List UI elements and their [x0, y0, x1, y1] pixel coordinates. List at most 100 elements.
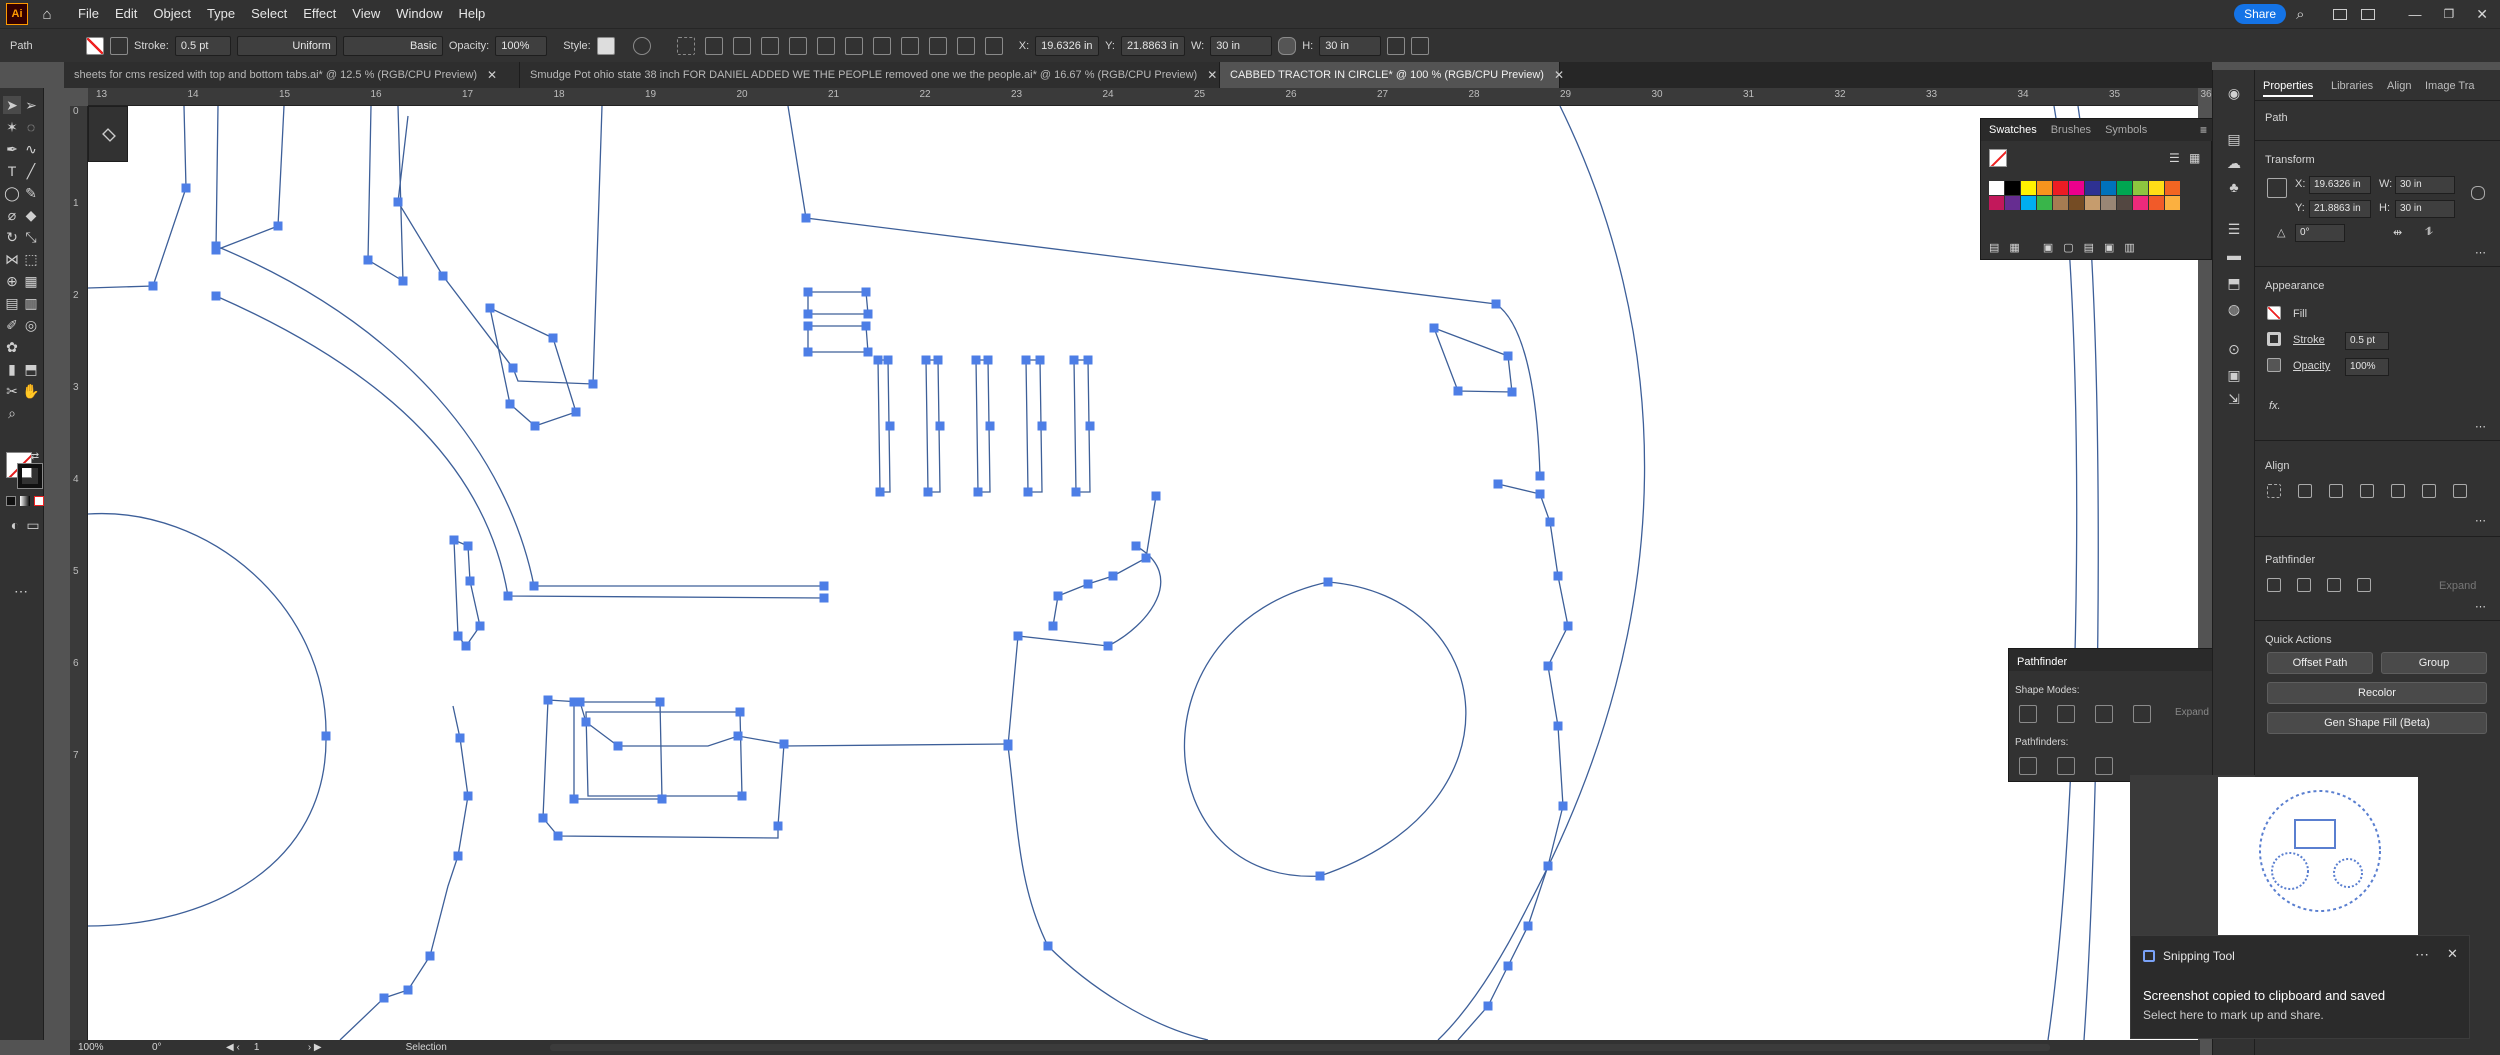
flip-vertical-icon[interactable]: ⥮ — [2425, 226, 2433, 239]
width-field[interactable]: 30 in — [2395, 176, 2455, 194]
minimize-button[interactable]: — — [2409, 7, 2422, 22]
brushes-panel-icon[interactable]: ☰ — [2225, 220, 2243, 238]
width-tool-icon[interactable]: ⋈ — [3, 250, 21, 268]
tab-brushes[interactable]: Brushes — [2051, 124, 2091, 136]
color-swatch[interactable] — [2053, 196, 2068, 210]
anchor-point[interactable] — [803, 287, 813, 297]
anchor-point[interactable] — [1069, 355, 1079, 365]
anchor-point[interactable] — [321, 731, 331, 741]
anchor-point[interactable] — [475, 621, 485, 631]
properties-panel-icon[interactable]: ◉ — [2225, 84, 2243, 102]
fill-swatch-icon[interactable] — [86, 36, 104, 55]
anchor-point[interactable] — [538, 813, 548, 823]
selection-tool-icon[interactable]: ➤ — [3, 96, 21, 114]
mesh-tool-icon[interactable]: ▤ — [3, 294, 21, 312]
pathfinder-buttons[interactable] — [2019, 757, 2113, 775]
lasso-tool-icon[interactable]: ◌ — [22, 118, 40, 136]
anchor-point[interactable] — [569, 794, 579, 804]
anchor-point[interactable] — [1503, 351, 1513, 361]
y-position-field[interactable]: 21.8863 in — [1120, 35, 1185, 56]
tab-align[interactable]: Align — [2387, 80, 2411, 92]
anchor-point[interactable] — [921, 355, 931, 365]
anchor-point[interactable] — [1103, 641, 1113, 651]
anchor-point[interactable] — [455, 733, 465, 743]
screen-mode-icon[interactable]: ▭ — [24, 516, 42, 534]
constrain-proportions-icon[interactable] — [1278, 36, 1297, 55]
isolate-icon[interactable] — [1411, 36, 1430, 55]
group-button[interactable]: Group — [2381, 652, 2487, 674]
free-transform-tool-icon[interactable]: ⬚ — [22, 250, 40, 268]
zoom-level[interactable]: 100% — [78, 1042, 138, 1053]
anchor-point[interactable] — [379, 993, 389, 1003]
anchor-point[interactable] — [819, 593, 829, 603]
anchor-point[interactable] — [1323, 577, 1333, 587]
curvature-tool-icon[interactable]: ∿ — [22, 140, 40, 158]
eraser-tool-icon[interactable]: ◆ — [22, 206, 40, 224]
document-tab[interactable]: sheets for cms resized with top and bott… — [64, 62, 520, 88]
graphic-styles-icon[interactable]: ⊙ — [2225, 340, 2243, 358]
zoom-tool-icon[interactable]: ⌕ — [3, 404, 21, 422]
anchor-point[interactable] — [461, 641, 471, 651]
swatches-panel-icon[interactable]: ♣ — [2225, 178, 2243, 196]
anchor-points[interactable] — [148, 183, 1573, 1011]
color-swatch[interactable] — [2069, 181, 2084, 195]
anchor-point[interactable] — [553, 831, 563, 841]
swatch-library-icons[interactable]: ▤▦ ▣▢▤▣▥ — [1989, 241, 2145, 254]
anchor-point[interactable] — [403, 985, 413, 995]
panel-menu-icon[interactable]: ≡ — [2200, 123, 2207, 137]
anchor-point[interactable] — [529, 581, 539, 591]
anchor-point[interactable] — [508, 363, 518, 373]
edit-toolbar-icon[interactable]: ⋯ — [12, 582, 30, 600]
symbols-panel-icon[interactable]: ▬ — [2225, 246, 2243, 264]
grid-view-icon[interactable]: ▦ — [2189, 151, 2200, 165]
anchor-point[interactable] — [449, 535, 459, 545]
anchor-point[interactable] — [1013, 631, 1023, 641]
artboard-canvas[interactable] — [88, 106, 2198, 1040]
layers-mini-panel[interactable] — [88, 106, 128, 162]
stroke-weight-field[interactable]: 0.5 pt — [174, 35, 231, 56]
paintbrush-tool-icon[interactable]: ✎ — [22, 184, 40, 202]
tab-properties[interactable]: Properties — [2263, 80, 2314, 97]
anchor-point[interactable] — [543, 695, 553, 705]
offset-path-button[interactable]: Offset Path — [2267, 652, 2373, 674]
anchor-point[interactable] — [935, 421, 945, 431]
menu-edit[interactable]: Edit — [107, 0, 145, 28]
appearance-panel-icon[interactable]: ◍ — [2225, 300, 2243, 318]
anchor-point[interactable] — [463, 541, 473, 551]
line-tool-icon[interactable]: ╱ — [22, 162, 40, 180]
hand-tool-icon[interactable]: ✋ — [22, 382, 40, 400]
anchor-point[interactable] — [1315, 871, 1325, 881]
more-options-icon[interactable]: ⋯ — [2475, 600, 2486, 613]
anchor-point[interactable] — [801, 213, 811, 223]
color-swatch[interactable] — [2069, 196, 2084, 210]
anchor-point[interactable] — [1085, 421, 1095, 431]
rotate-field[interactable]: 0° — [2295, 224, 2345, 242]
anchor-point[interactable] — [1023, 487, 1033, 497]
anchor-point[interactable] — [438, 271, 448, 281]
opacity-field[interactable]: 100% — [495, 35, 548, 56]
anchor-point[interactable] — [398, 276, 408, 286]
anchor-point[interactable] — [735, 707, 745, 717]
expand-button[interactable]: Expand — [2175, 707, 2209, 718]
anchor-point[interactable] — [1523, 921, 1533, 931]
perspective-grid-tool-icon[interactable]: ▦ — [22, 272, 40, 290]
fill-swatch-icon[interactable] — [2267, 306, 2281, 320]
close-tab-icon[interactable]: ✕ — [1554, 62, 1564, 88]
rotate-tool-icon[interactable]: ↻ — [3, 228, 21, 246]
anchor-point[interactable] — [211, 291, 221, 301]
shape-mode-buttons[interactable] — [2019, 705, 2151, 723]
anchor-point[interactable] — [733, 731, 743, 741]
anchor-point[interactable] — [1553, 571, 1563, 581]
align-controls-icons[interactable] — [676, 36, 1003, 55]
symbol-sprayer-tool-icon[interactable]: ✿ — [3, 338, 21, 356]
export-panel-icon[interactable]: ⇲ — [2225, 390, 2243, 408]
reference-point-icon[interactable] — [2267, 178, 2287, 198]
anchor-point[interactable] — [1543, 661, 1553, 671]
height-field[interactable]: 30 in — [1319, 35, 1382, 56]
anchor-point[interactable] — [819, 581, 829, 591]
anchor-point[interactable] — [779, 739, 789, 749]
recolor-button[interactable]: Recolor — [2267, 682, 2487, 704]
color-swatch[interactable] — [2085, 196, 2100, 210]
anchor-point[interactable] — [1083, 579, 1093, 589]
x-position-field[interactable]: 19.6326 in — [1035, 35, 1100, 56]
